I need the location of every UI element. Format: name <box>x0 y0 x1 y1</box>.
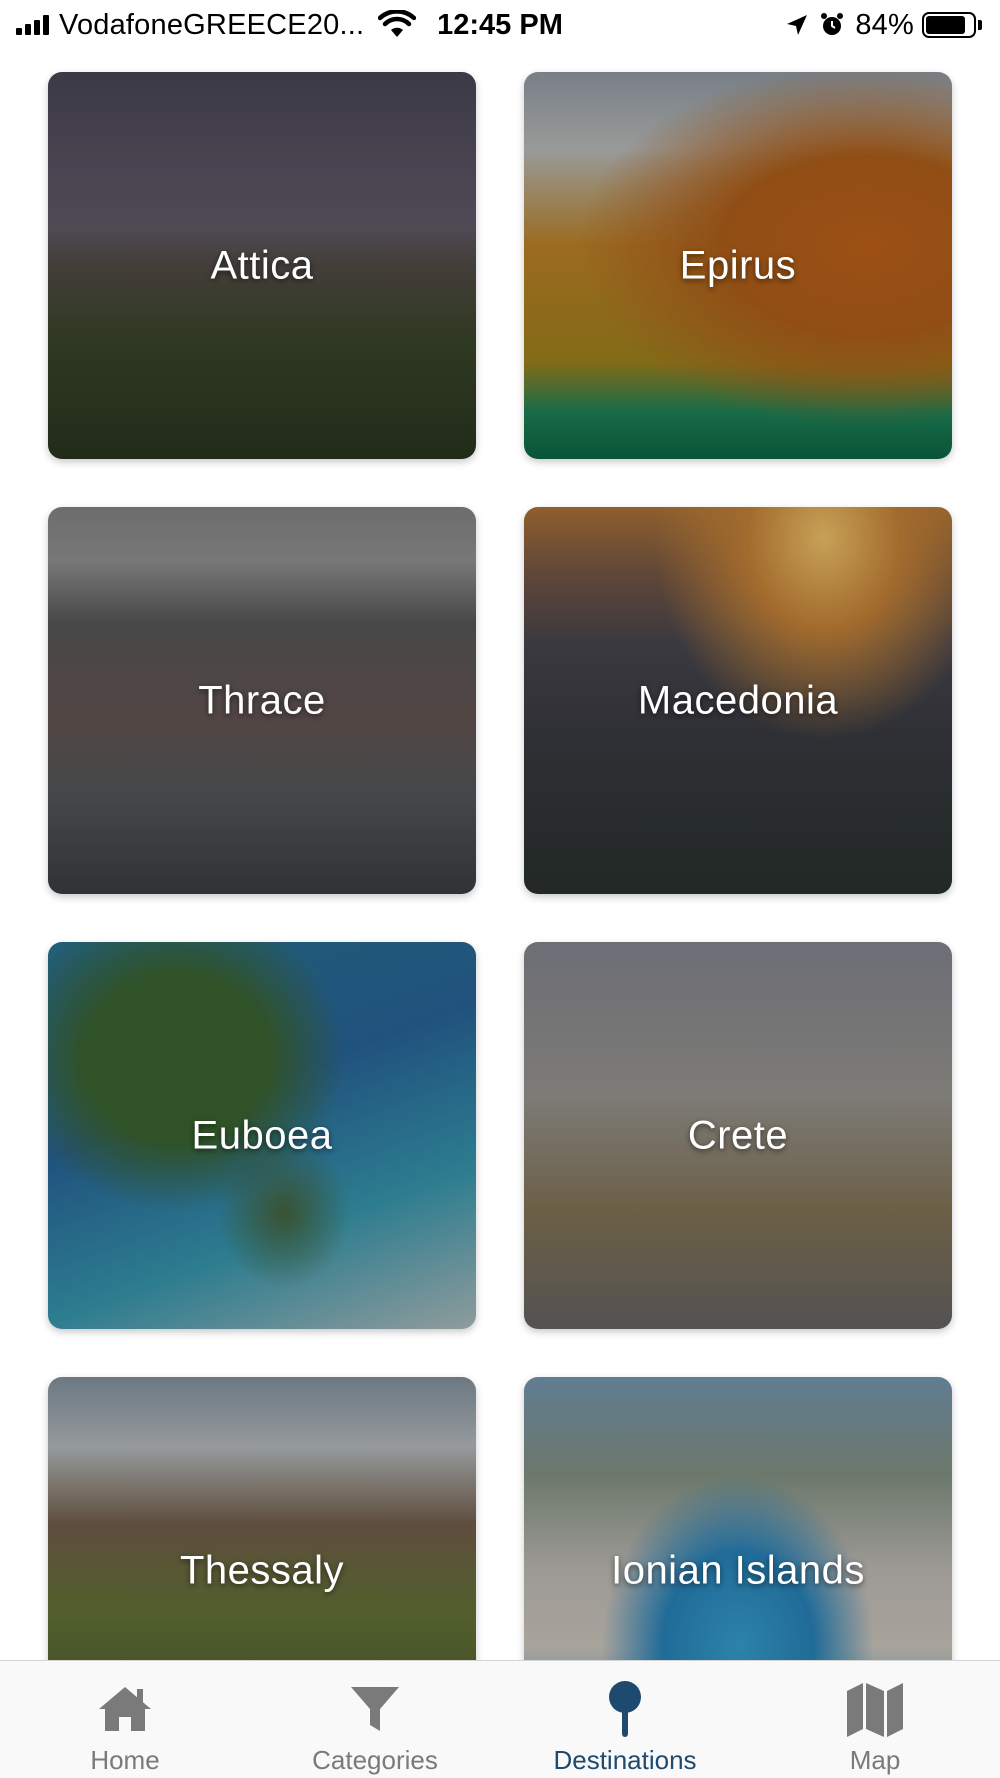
destination-card-epirus[interactable]: Epirus <box>524 72 952 459</box>
destination-card-ionian-islands[interactable]: Ionian Islands <box>524 1377 952 1660</box>
tab-map-label: Map <box>849 1745 901 1775</box>
pin-icon <box>609 1681 641 1737</box>
destination-title: Crete <box>687 1113 789 1157</box>
destination-title: Thrace <box>198 678 326 722</box>
destination-title: Epirus <box>679 243 797 287</box>
tab-bar: Home Categories Destinations Map <box>0 1660 1000 1778</box>
destination-title: Thessaly <box>179 1548 345 1592</box>
tab-destinations[interactable]: Destinations <box>500 1661 750 1778</box>
destinations-grid: Attica Epirus Thrace Macedonia Euboea Cr… <box>0 0 1000 1660</box>
destination-card-macedonia[interactable]: Macedonia <box>524 507 952 894</box>
destination-card-thessaly[interactable]: Thessaly <box>48 1377 476 1660</box>
destination-card-attica[interactable]: Attica <box>48 72 476 459</box>
destination-title: Ionian Islands <box>611 1548 865 1592</box>
destination-card-crete[interactable]: Crete <box>524 942 952 1329</box>
destination-card-euboea[interactable]: Euboea <box>48 942 476 1329</box>
map-icon <box>847 1683 903 1737</box>
destination-card-thrace[interactable]: Thrace <box>48 507 476 894</box>
tab-categories[interactable]: Categories <box>250 1661 500 1778</box>
filter-icon <box>351 1687 399 1731</box>
destination-title: Macedonia <box>637 678 839 722</box>
tab-map[interactable]: Map <box>750 1661 1000 1778</box>
tab-home[interactable]: Home <box>0 1661 250 1778</box>
destination-title: Attica <box>210 243 314 287</box>
tab-categories-label: Categories <box>312 1745 438 1775</box>
tab-home-label: Home <box>90 1745 160 1775</box>
tab-destinations-label: Destinations <box>553 1745 697 1775</box>
home-icon <box>99 1687 151 1731</box>
destination-title: Euboea <box>191 1113 333 1157</box>
